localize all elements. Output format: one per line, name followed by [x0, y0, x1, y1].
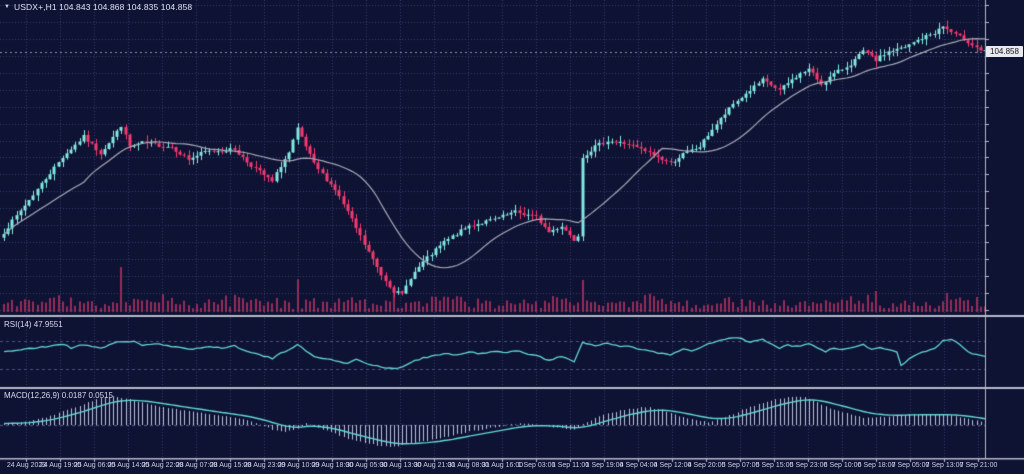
- chart-canvas[interactable]: [0, 0, 1024, 474]
- time-axis-label: 1 Sep 11:00: [552, 462, 589, 469]
- trading-chart-window: ▼ USDX+,H1 104.843 104.868 104.835 104.8…: [0, 0, 1024, 474]
- time-axis[interactable]: 24 Aug 202324 Aug 19:0025 Aug 06:0025 Au…: [0, 458, 1024, 474]
- time-axis-label: 30 Aug 21:00: [414, 462, 455, 469]
- time-axis-label: 28 Aug 15:00: [210, 462, 251, 469]
- time-axis-label: 1 Sep 19:00: [586, 462, 624, 469]
- time-axis-label: 4 Sep 20:00: [688, 462, 726, 469]
- time-axis-label: 4 Sep 04:00: [620, 462, 658, 469]
- time-axis-label: 6 Sep 10:00: [824, 462, 862, 469]
- price-axis[interactable]: 105.230105.095104.960104.825104.690104.5…: [985, 0, 1024, 458]
- time-axis-label: 24 Aug 2023: [7, 462, 46, 469]
- time-axis-label: 31 Aug 08:00: [448, 462, 489, 469]
- time-axis-label: 30 Aug 13:00: [380, 462, 421, 469]
- time-axis-label: 29 Aug 10:00: [278, 462, 319, 469]
- time-axis-label: 31 Aug 16:00: [482, 462, 523, 469]
- time-axis-label: 7 Sep 05:00: [892, 462, 930, 469]
- time-axis-label: 7 Sep 13:00: [926, 462, 964, 469]
- time-axis-label: 5 Sep 23:00: [790, 462, 828, 469]
- time-axis-label: 30 Aug 05:00: [346, 462, 387, 469]
- time-axis-label: 28 Aug 07:00: [176, 462, 217, 469]
- time-axis-label: 6 Sep 18:00: [858, 462, 896, 469]
- time-axis-label: 25 Aug 14:00: [108, 462, 149, 469]
- time-axis-label: 1 Sep 03:00: [518, 462, 556, 469]
- time-axis-label: 7 Sep 21:00: [960, 462, 998, 469]
- time-axis-label: 25 Aug 06:00: [74, 462, 115, 469]
- time-axis-label: 28 Aug 23:00: [244, 462, 285, 469]
- time-axis-label: 29 Aug 18:00: [312, 462, 353, 469]
- time-axis-label: 5 Sep 07:00: [722, 462, 760, 469]
- time-axis-label: 4 Sep 12:00: [654, 462, 692, 469]
- time-axis-label: 5 Sep 15:00: [756, 462, 794, 469]
- time-axis-label: 24 Aug 19:00: [40, 462, 81, 469]
- time-axis-label: 25 Aug 22:00: [142, 462, 183, 469]
